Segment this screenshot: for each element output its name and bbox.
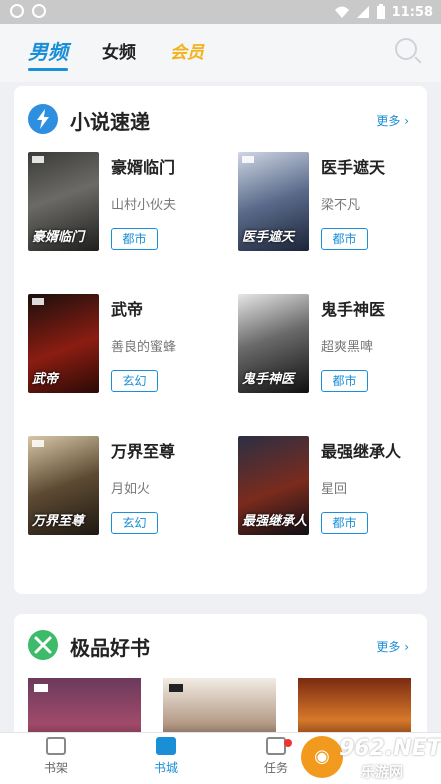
book-author: 梁不凡 bbox=[321, 198, 361, 213]
genre-tag[interactable]: 都市 bbox=[321, 512, 368, 534]
notification-icon bbox=[10, 4, 24, 18]
book-title[interactable]: 万界至尊 bbox=[111, 438, 175, 462]
bookshelf-icon bbox=[46, 737, 66, 755]
status-icons-right: 11:58 bbox=[334, 4, 433, 20]
book-item[interactable]: 万界至尊 万界至尊 月如火 玄幻 bbox=[28, 436, 208, 536]
book-cover[interactable]: 武帝 bbox=[28, 294, 99, 393]
nav-label: 书城 bbox=[153, 761, 178, 775]
publisher-logo bbox=[34, 684, 48, 692]
book-author: 月如火 bbox=[111, 482, 151, 497]
nav-tasks[interactable]: 任务 bbox=[246, 737, 306, 776]
notification-icon bbox=[32, 4, 46, 18]
cover-title: 鬼手神医 bbox=[242, 372, 295, 387]
book-item[interactable]: 武帝 武帝 善良的蜜蜂 玄幻 bbox=[28, 294, 208, 394]
book-cover[interactable]: 万界至尊 bbox=[28, 436, 99, 535]
search-icon[interactable] bbox=[395, 38, 417, 60]
book-title[interactable]: 豪婿临门 bbox=[111, 154, 175, 178]
swords-icon bbox=[28, 630, 58, 660]
cover-title: 万界至尊 bbox=[32, 514, 85, 529]
book-title[interactable]: 武帝 bbox=[111, 296, 143, 320]
watermark-logo: ◉ bbox=[301, 736, 343, 778]
genre-tag[interactable]: 都市 bbox=[111, 228, 158, 250]
watermark-number: 962 bbox=[339, 736, 385, 761]
book-item[interactable]: 医手遮天 医手遮天 梁不凡 都市 bbox=[238, 152, 418, 252]
cover-title: 最强继承人 bbox=[242, 514, 308, 529]
cover-title: 豪婿临门 bbox=[32, 230, 85, 245]
tab-female[interactable]: 女频 bbox=[102, 38, 136, 63]
publisher-logo bbox=[32, 440, 44, 447]
status-icons-left bbox=[10, 4, 46, 18]
section-title: 极品好书 bbox=[70, 636, 150, 660]
more-link[interactable]: 更多 › bbox=[376, 112, 409, 129]
watermark-suffix: .NET bbox=[384, 736, 441, 761]
tab-male[interactable]: 男频 bbox=[28, 36, 68, 71]
book-author: 星回 bbox=[321, 482, 348, 497]
bookstore-icon bbox=[156, 737, 176, 755]
book-cover[interactable]: 医手遮天 bbox=[238, 152, 309, 251]
book-cover[interactable]: 鬼手神医 bbox=[238, 294, 309, 393]
book-title[interactable]: 鬼手神医 bbox=[321, 296, 385, 320]
book-author: 善良的蜜蜂 bbox=[111, 340, 177, 355]
task-icon bbox=[266, 737, 286, 755]
nav-label: 任务 bbox=[263, 761, 288, 775]
watermark-domain: 962.NET bbox=[339, 736, 441, 761]
publisher-logo bbox=[242, 156, 254, 163]
lightning-icon bbox=[28, 104, 58, 134]
book-item[interactable]: 鬼手神医 鬼手神医 超爽黑啤 都市 bbox=[238, 294, 418, 394]
section-novel-express: 小说速递 更多 › 豪婿临门 豪婿临门 山村小伙夫 都市 医手遮天 医手遮天 梁… bbox=[14, 86, 427, 594]
book-author: 超爽黑啤 bbox=[321, 340, 374, 355]
wifi-icon bbox=[334, 6, 349, 18]
section-title: 小说速递 bbox=[70, 110, 150, 134]
cover-title: 医手遮天 bbox=[242, 230, 295, 245]
more-link[interactable]: 更多 › bbox=[376, 638, 409, 655]
cover-title: 武帝 bbox=[32, 372, 59, 387]
book-title[interactable]: 最强继承人 bbox=[321, 438, 401, 462]
genre-tag[interactable]: 都市 bbox=[321, 370, 368, 392]
watermark-cn: 乐游网 bbox=[361, 765, 403, 781]
watermark: ◉ 962.NET 乐游网 bbox=[301, 734, 441, 782]
genre-tag[interactable]: 玄幻 bbox=[111, 512, 158, 534]
status-time: 11:58 bbox=[391, 4, 433, 20]
nav-label: 书架 bbox=[43, 761, 68, 775]
book-item[interactable]: 最强继承人 最强继承人 星回 都市 bbox=[238, 436, 418, 536]
publisher-logo bbox=[32, 298, 44, 305]
genre-tag[interactable]: 都市 bbox=[321, 228, 368, 250]
notification-dot bbox=[284, 739, 292, 747]
nav-bookstore[interactable]: 书城 bbox=[136, 737, 196, 776]
book-title[interactable]: 医手遮天 bbox=[321, 154, 385, 178]
nav-bookshelf[interactable]: 书架 bbox=[26, 737, 86, 776]
book-item[interactable]: 豪婿临门 豪婿临门 山村小伙夫 都市 bbox=[28, 152, 208, 252]
status-bar: 11:58 bbox=[0, 0, 441, 24]
genre-tag[interactable]: 玄幻 bbox=[111, 370, 158, 392]
book-cover[interactable]: 豪婿临门 bbox=[28, 152, 99, 251]
battery-icon bbox=[376, 4, 385, 19]
book-cover[interactable]: 最强继承人 bbox=[238, 436, 309, 535]
top-tab-bar: 男频 女频 会员 bbox=[0, 24, 441, 82]
book-author: 山村小伙夫 bbox=[111, 198, 177, 213]
publisher-logo bbox=[169, 684, 183, 692]
publisher-logo bbox=[32, 156, 44, 163]
tab-vip[interactable]: 会员 bbox=[170, 38, 204, 63]
signal-icon bbox=[356, 6, 369, 18]
